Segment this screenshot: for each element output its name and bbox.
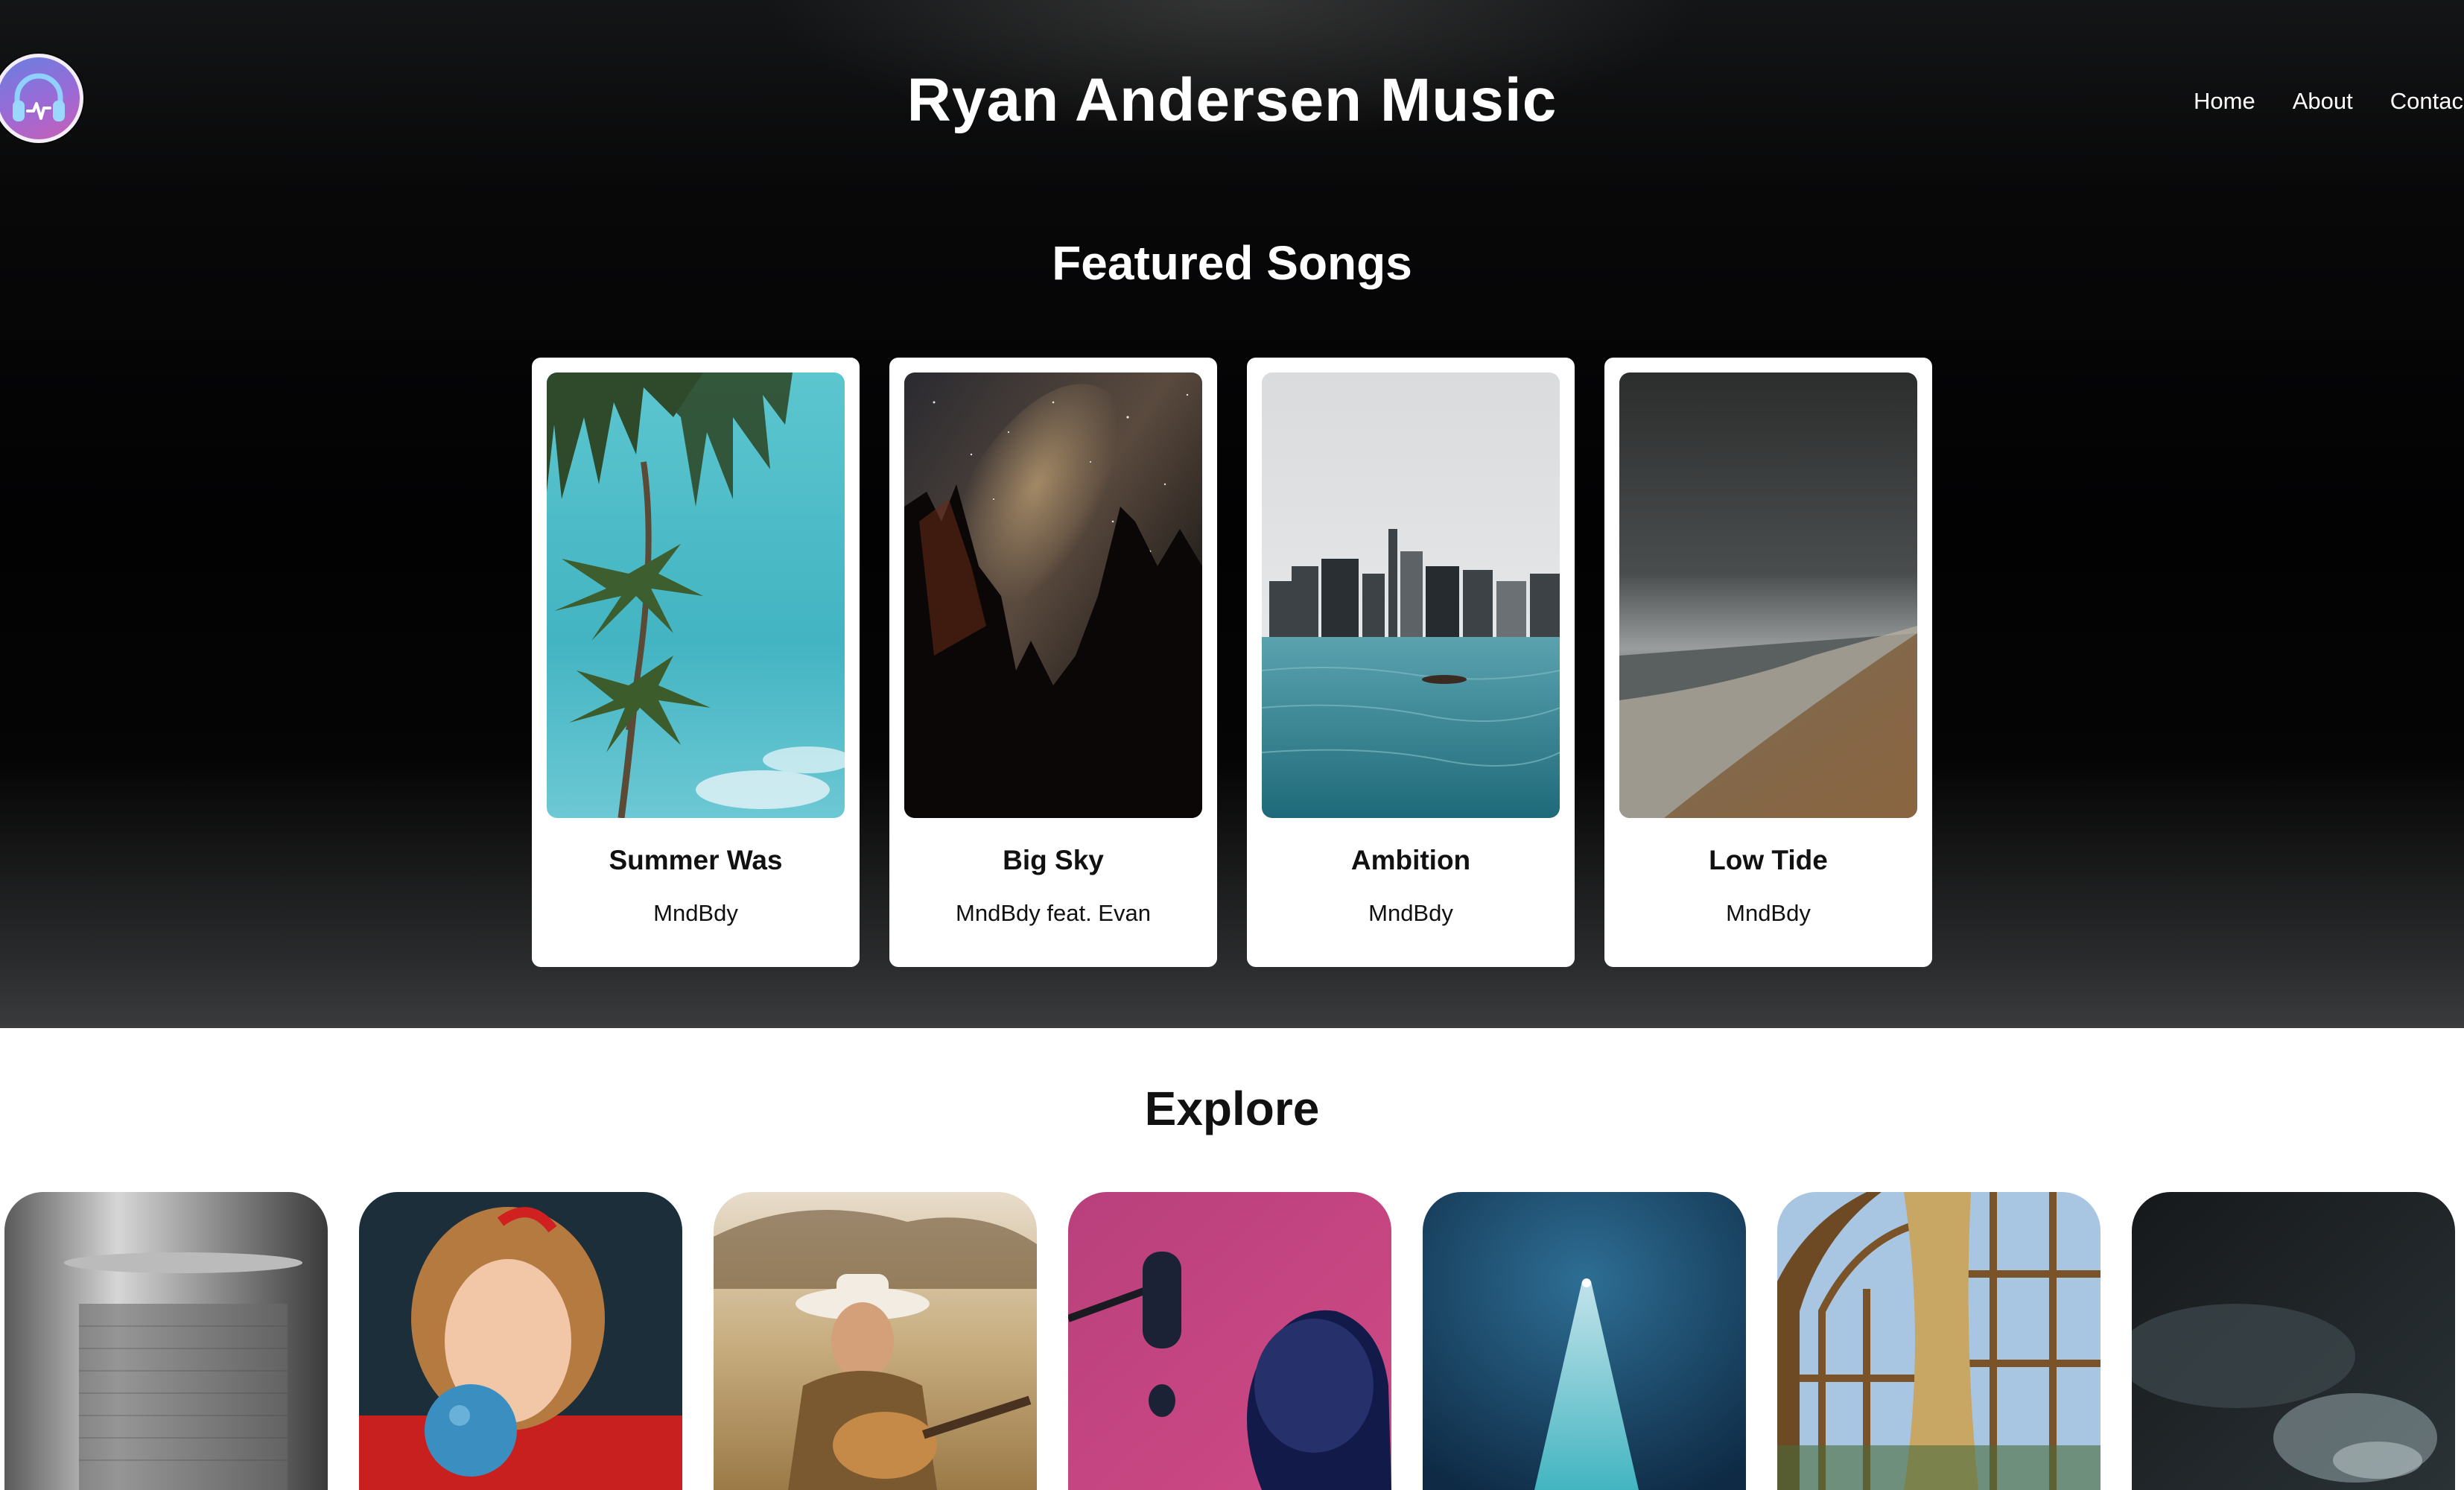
song-card-low-tide[interactable]: Low Tide MndBdy xyxy=(1604,358,1932,967)
explore-tile-spotlight[interactable] xyxy=(1423,1192,1746,1490)
song-card-summer-was[interactable]: Summer Was MndBdy xyxy=(532,358,860,967)
explore-heading: Explore xyxy=(1144,1082,1320,1135)
song-artist: MndBdy xyxy=(1726,900,1811,926)
site-title: Ryan Andersen Music xyxy=(906,66,1558,134)
song-artist: MndBdy feat. Evan xyxy=(956,900,1151,926)
song-card-big-sky[interactable]: Big Sky MndBdy feat. Evan xyxy=(889,358,1217,967)
explore-tile-window-curtains[interactable] xyxy=(1777,1192,2101,1490)
featured-songs-heading: Featured Songs xyxy=(1052,236,1412,290)
song-cover-image xyxy=(1262,372,1560,818)
song-title: Summer Was xyxy=(609,845,783,875)
song-title: Low Tide xyxy=(1709,845,1828,875)
song-cover-image xyxy=(1619,372,1917,818)
explore-tile-singer-studio[interactable] xyxy=(1068,1192,1391,1490)
song-cover-image xyxy=(904,372,1202,818)
hero-section: Ryan Andersen Music Home About Contac Fe… xyxy=(0,0,2464,1028)
explore-tile-bubblegum[interactable] xyxy=(359,1192,682,1490)
song-artist: MndBdy xyxy=(1368,900,1453,926)
explore-tile-cowgirl-guitar[interactable] xyxy=(714,1192,1037,1490)
explore-tile-dark-clouds[interactable] xyxy=(2132,1192,2455,1490)
song-artist: MndBdy xyxy=(653,900,738,926)
nav-contact-link[interactable]: Contac xyxy=(2390,83,2463,119)
nav-about-link[interactable]: About xyxy=(2293,83,2353,119)
song-title: Big Sky xyxy=(1003,845,1104,875)
main-nav: Home About Contac xyxy=(2194,83,2463,119)
song-card-ambition[interactable]: Ambition MndBdy xyxy=(1247,358,1575,967)
nav-home-link[interactable]: Home xyxy=(2194,83,2255,119)
song-title: Ambition xyxy=(1350,845,1471,875)
explore-tile-microphone[interactable] xyxy=(4,1192,328,1490)
song-cover-image xyxy=(547,372,845,818)
